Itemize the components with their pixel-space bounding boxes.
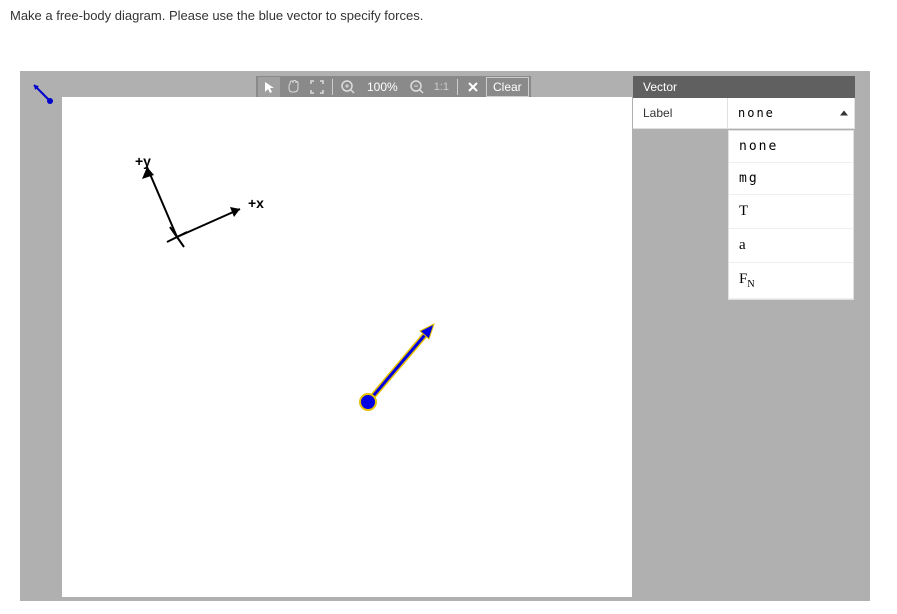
zoom-level: 100%	[361, 80, 404, 94]
toolbar-separator	[457, 79, 458, 95]
select-tool[interactable]	[258, 77, 280, 97]
label-row: Label none none mg T a FN	[633, 98, 855, 129]
workspace: 100% 1:1 Clear Vector Label none none mg	[20, 71, 870, 601]
ratio-label: 1:1	[430, 81, 453, 93]
zoom-in-tool[interactable]	[337, 77, 359, 97]
fit-tool[interactable]	[306, 77, 328, 97]
delete-tool[interactable]	[462, 77, 484, 97]
dropdown-selected[interactable]: none	[728, 98, 855, 128]
fn-sub: N	[747, 279, 754, 290]
label-field-name: Label	[633, 98, 728, 128]
dropdown-option-mg[interactable]: mg	[729, 163, 853, 195]
zoom-out-tool[interactable]	[406, 77, 428, 97]
dropdown-selected-text: none	[738, 106, 775, 120]
dropdown-option-FN[interactable]: FN	[729, 263, 853, 299]
instruction-text: Make a free-body diagram. Please use the…	[0, 0, 897, 31]
force-vector[interactable]	[62, 97, 632, 597]
chevron-up-icon	[840, 111, 848, 116]
properties-panel: Label none none mg T a FN	[633, 98, 855, 129]
toolbar-separator	[332, 79, 333, 95]
dropdown-option-T[interactable]: T	[729, 195, 853, 229]
canvas[interactable]: +y +x	[62, 97, 632, 597]
dropdown-list: none mg T a FN	[728, 130, 854, 300]
vector-palette[interactable]	[26, 79, 56, 109]
dropdown-option-a[interactable]: a	[729, 229, 853, 263]
label-dropdown[interactable]: none none mg T a FN	[728, 98, 855, 128]
dropdown-option-none[interactable]: none	[729, 131, 853, 163]
clear-button[interactable]: Clear	[486, 77, 529, 97]
pan-tool[interactable]	[282, 77, 304, 97]
panel-header: Vector	[633, 76, 855, 98]
toolbar: 100% 1:1 Clear	[256, 76, 531, 98]
